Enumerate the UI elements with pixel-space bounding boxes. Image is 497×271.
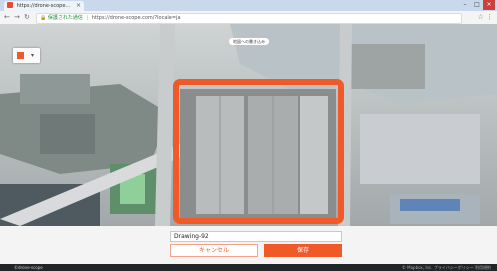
status-bar: ©drone-scope © Mapbox, Inc. プライバシーポリシー 利…: [0, 264, 497, 271]
window-controls: – □ ×: [459, 0, 495, 10]
map-mode-label: 地図への書き込み: [229, 38, 269, 45]
lock-icon: 🔒: [40, 15, 47, 21]
save-button[interactable]: 保存: [264, 244, 342, 257]
drawing-panel: キャンセル 保存: [0, 226, 497, 264]
browser-tab[interactable]: https://drone-scope… ×: [4, 1, 84, 11]
reload-icon[interactable]: ↻: [24, 12, 30, 23]
bookmark-star-icon[interactable]: ☆ ⋮: [477, 12, 493, 23]
secure-connection-label: 保護された通信: [47, 15, 83, 21]
footer-right-text: © Mapbox, Inc. プライバシーポリシー 利用規約: [401, 265, 491, 270]
chevron-down-icon: ▾: [31, 52, 35, 59]
url-separator: |: [86, 15, 89, 21]
drawing-name-input[interactable]: [170, 231, 342, 242]
browser-tab-bar: https://drone-scope… × – □ ×: [0, 0, 497, 11]
color-picker-button[interactable]: ▾: [13, 48, 40, 63]
cancel-button[interactable]: キャンセル: [170, 244, 258, 257]
forward-arrow-icon[interactable]: →: [14, 12, 20, 23]
minimize-button[interactable]: –: [459, 0, 471, 10]
address-bar: ← → ↻ 🔒 保護された通信 | https://drone-scope.co…: [0, 11, 497, 25]
close-window-button[interactable]: ×: [483, 0, 495, 10]
url-field[interactable]: 🔒 保護された通信 | https://drone-scope.com/?loc…: [36, 13, 462, 24]
tab-title: https://drone-scope…: [16, 3, 71, 9]
color-swatch: [17, 52, 24, 59]
url-text: https://drone-scope.com/?locale=ja: [91, 15, 181, 21]
maximize-button[interactable]: □: [471, 0, 483, 10]
back-arrow-icon[interactable]: ←: [4, 12, 10, 23]
tab-close-icon[interactable]: ×: [76, 1, 81, 11]
footer-left-text: ©drone-scope: [14, 265, 43, 270]
map-app: 地図への書き込み ▾ キャンセル 保存: [0, 24, 497, 264]
site-favicon-icon: [7, 2, 13, 8]
